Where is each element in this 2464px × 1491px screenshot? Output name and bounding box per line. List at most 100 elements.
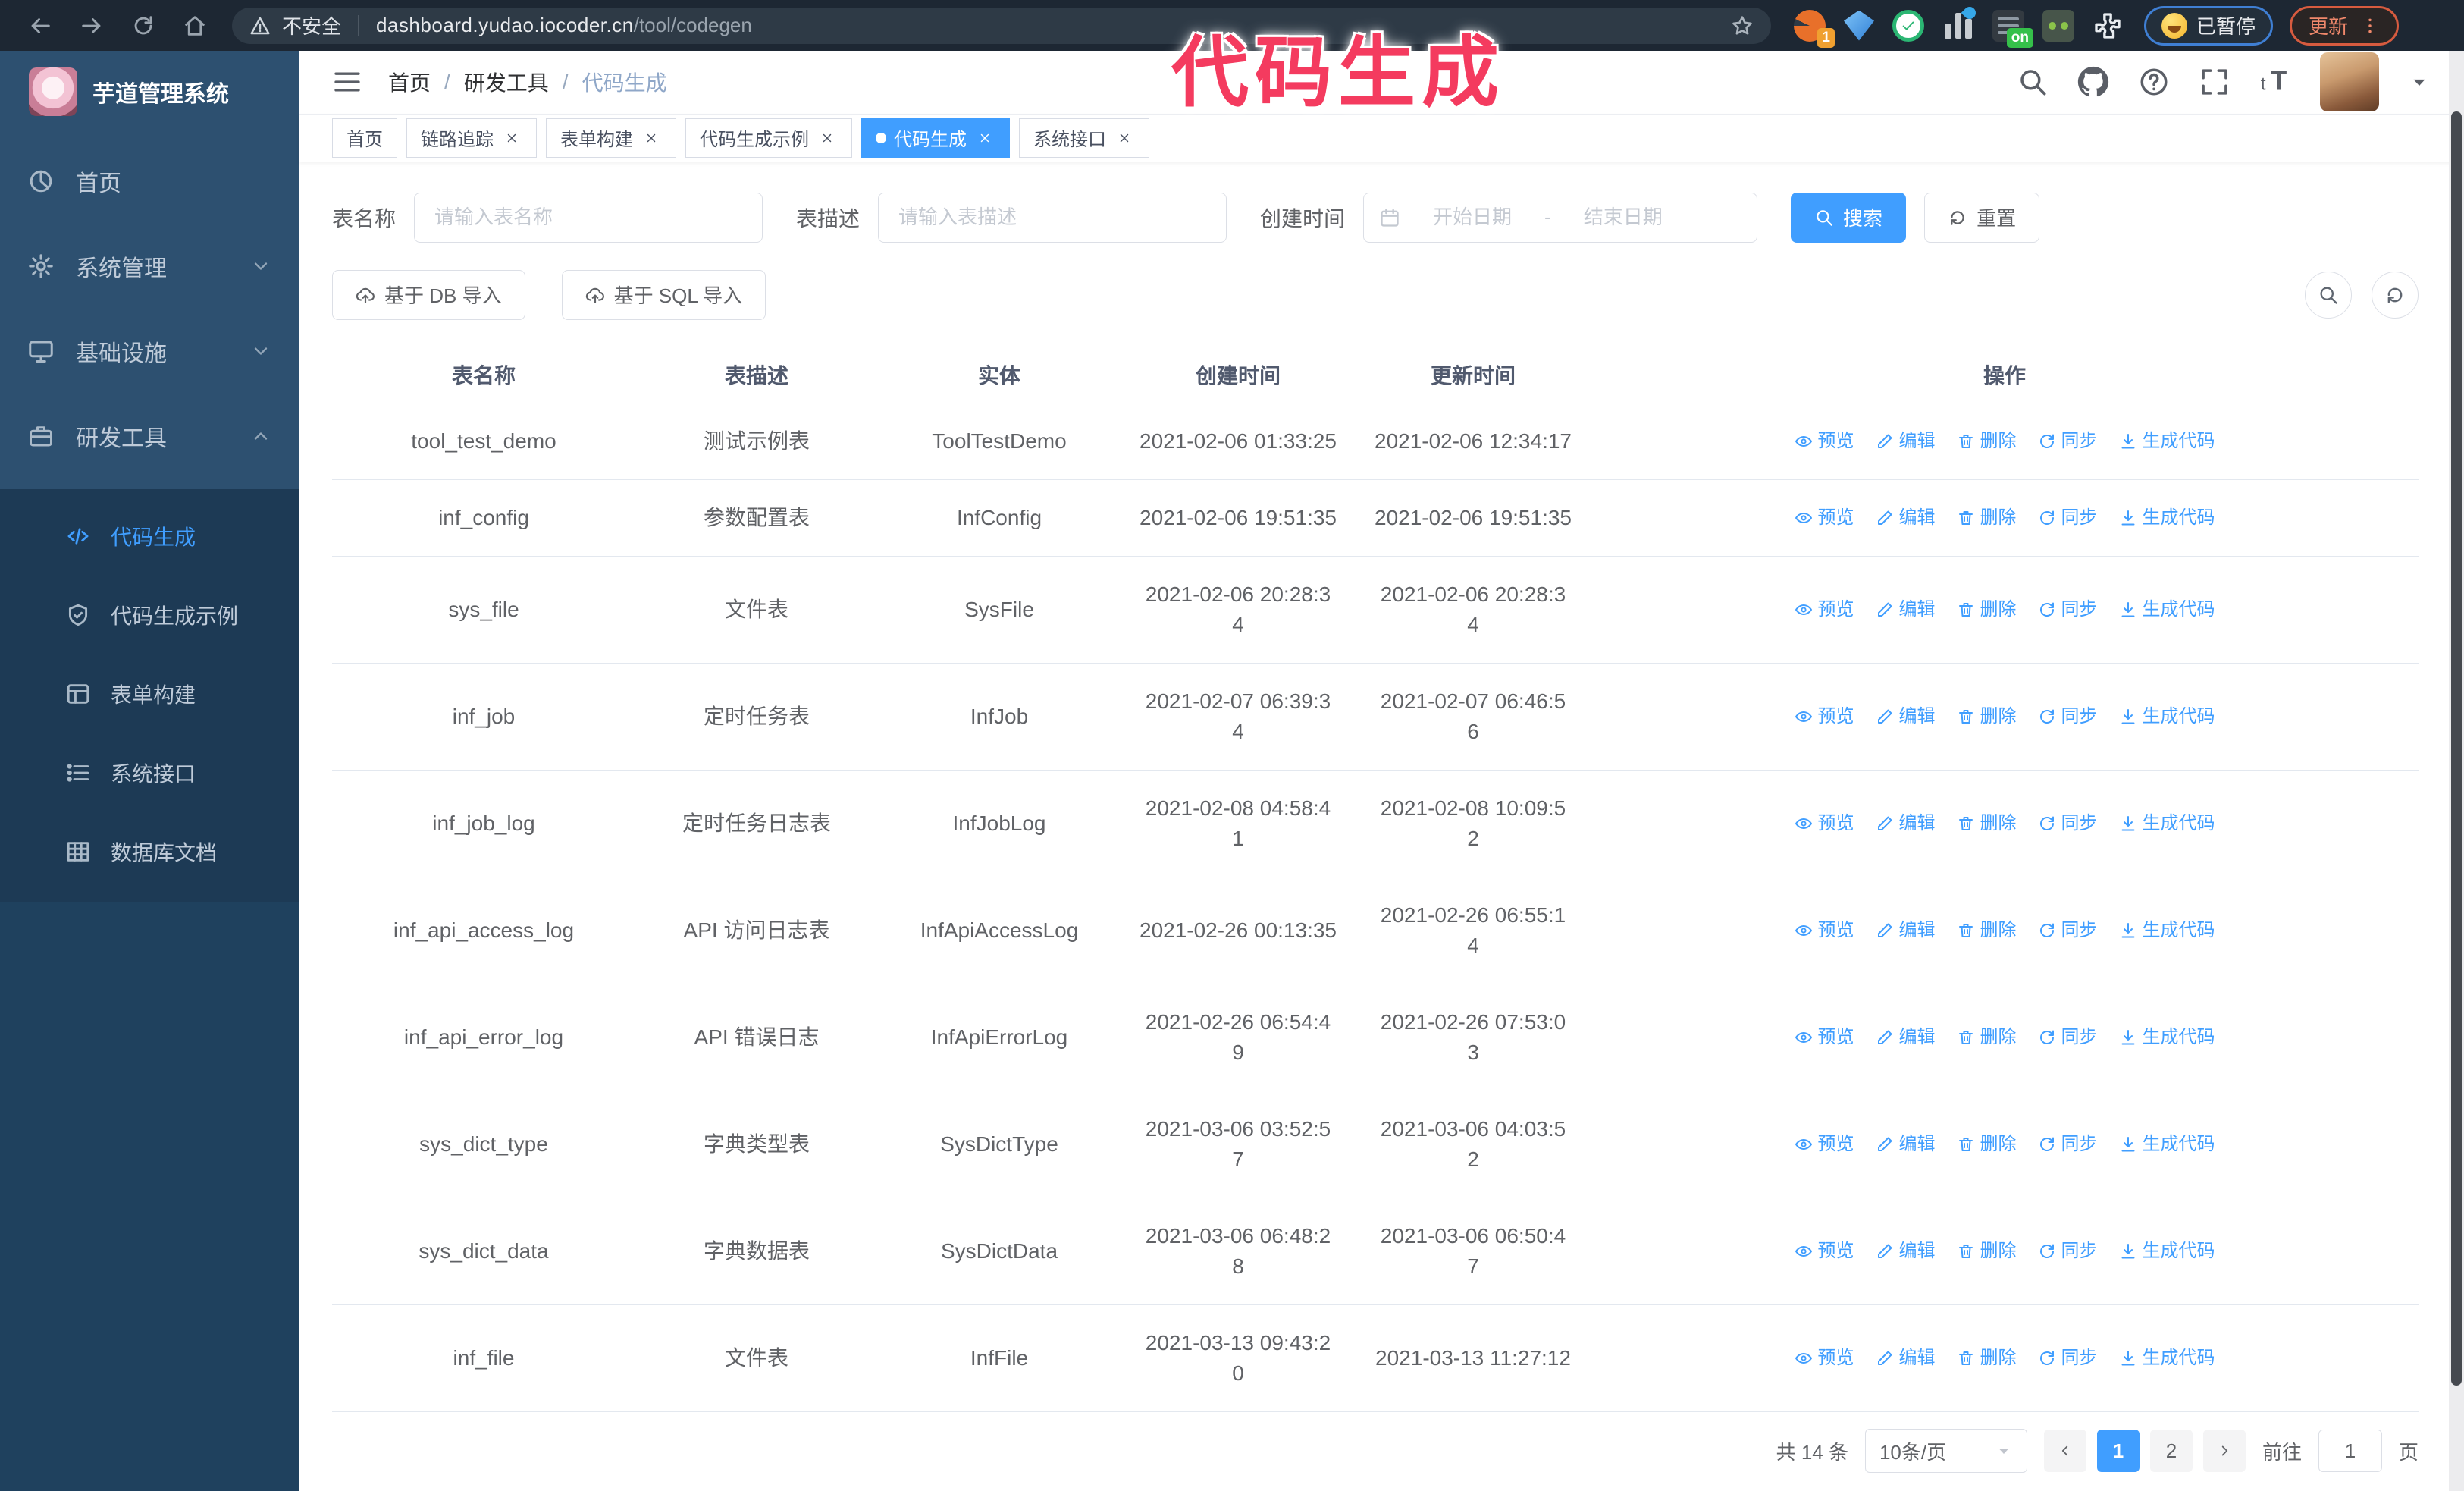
- check-extension-icon[interactable]: [1892, 9, 1924, 42]
- monkey-extension-icon[interactable]: [2042, 9, 2074, 42]
- tab-首页[interactable]: 首页: [332, 118, 397, 158]
- action-同步[interactable]: 同步: [2038, 915, 2098, 946]
- font-size-icon[interactable]: tT: [2259, 66, 2291, 98]
- browser-update-button[interactable]: 更新: [2290, 5, 2400, 46]
- sidebar-item-系统管理[interactable]: 系统管理: [0, 224, 299, 309]
- action-预览[interactable]: 预览: [1795, 702, 1854, 732]
- tab-代码生成[interactable]: 代码生成: [861, 118, 1010, 158]
- action-预览[interactable]: 预览: [1795, 595, 1854, 625]
- action-生成代码[interactable]: 生成代码: [2119, 1129, 2215, 1160]
- date-range-picker[interactable]: -: [1363, 192, 1758, 243]
- action-生成代码[interactable]: 生成代码: [2119, 808, 2215, 839]
- action-同步[interactable]: 同步: [2038, 702, 2098, 732]
- next-page-button[interactable]: [2202, 1430, 2246, 1472]
- scrollbar-thumb[interactable]: [2451, 111, 2462, 1386]
- prev-page-button[interactable]: [2043, 1430, 2086, 1472]
- user-avatar[interactable]: [2320, 52, 2379, 112]
- home-icon[interactable]: [171, 5, 218, 47]
- action-生成代码[interactable]: 生成代码: [2119, 915, 2215, 946]
- search-icon[interactable]: [2017, 66, 2049, 98]
- action-删除[interactable]: 删除: [1957, 1022, 2017, 1053]
- close-icon[interactable]: [817, 127, 838, 149]
- columns-extension-icon[interactable]: [1942, 4, 1979, 42]
- adblock-extension-icon[interactable]: 1: [1794, 9, 1835, 48]
- breadcrumb-item[interactable]: 首页: [388, 67, 431, 97]
- action-编辑[interactable]: 编辑: [1876, 915, 1936, 946]
- action-生成代码[interactable]: 生成代码: [2119, 1343, 2215, 1373]
- page-button-2[interactable]: 2: [2149, 1430, 2193, 1472]
- extension-paused-pill[interactable]: 已暂停: [2144, 5, 2274, 46]
- address-bar[interactable]: 不安全 dashboard.yudao.iocoder.cn/tool/code…: [232, 7, 1771, 44]
- tab-系统接口[interactable]: 系统接口: [1019, 118, 1149, 158]
- action-同步[interactable]: 同步: [2038, 1236, 2098, 1267]
- hamburger-icon[interactable]: [332, 67, 362, 97]
- page-size-select[interactable]: 10条/页: [1864, 1429, 2027, 1473]
- start-date-input[interactable]: [1408, 206, 1538, 229]
- sidebar-item-研发工具[interactable]: 研发工具: [0, 394, 299, 479]
- breadcrumb-item[interactable]: 研发工具: [464, 67, 549, 97]
- action-删除[interactable]: 删除: [1957, 595, 2017, 625]
- action-生成代码[interactable]: 生成代码: [2119, 503, 2215, 533]
- action-删除[interactable]: 删除: [1957, 702, 2017, 732]
- action-编辑[interactable]: 编辑: [1876, 595, 1936, 625]
- reset-button[interactable]: 重置: [1924, 192, 2040, 243]
- puzzle-extension-icon[interactable]: [2093, 11, 2123, 41]
- import-button-基于 DB 导入[interactable]: 基于 DB 导入: [332, 269, 525, 320]
- action-生成代码[interactable]: 生成代码: [2119, 426, 2215, 457]
- tab-链路追踪[interactable]: 链路追踪: [406, 118, 537, 158]
- sidebar-item-基础设施[interactable]: 基础设施: [0, 309, 299, 394]
- action-删除[interactable]: 删除: [1957, 1343, 2017, 1373]
- action-删除[interactable]: 删除: [1957, 1129, 2017, 1160]
- action-生成代码[interactable]: 生成代码: [2119, 595, 2215, 625]
- search-button[interactable]: 搜索: [1791, 192, 1907, 243]
- action-同步[interactable]: 同步: [2038, 595, 2098, 625]
- close-icon[interactable]: [974, 127, 995, 149]
- github-icon[interactable]: [2077, 66, 2109, 98]
- action-同步[interactable]: 同步: [2038, 503, 2098, 533]
- close-icon[interactable]: [501, 127, 522, 149]
- fullscreen-icon[interactable]: [2199, 66, 2230, 98]
- action-编辑[interactable]: 编辑: [1876, 426, 1936, 457]
- bookmark-star-icon[interactable]: [1730, 14, 1754, 38]
- table-name-input[interactable]: [414, 192, 763, 243]
- close-icon[interactable]: [641, 127, 662, 149]
- action-删除[interactable]: 删除: [1957, 915, 2017, 946]
- tab-代码生成示例[interactable]: 代码生成示例: [685, 118, 852, 158]
- action-预览[interactable]: 预览: [1795, 1129, 1854, 1160]
- action-删除[interactable]: 删除: [1957, 503, 2017, 533]
- action-同步[interactable]: 同步: [2038, 808, 2098, 839]
- goto-page-input[interactable]: [2318, 1430, 2382, 1472]
- gem-extension-icon[interactable]: [1844, 10, 1874, 41]
- circle-button-refresh-icon[interactable]: [2372, 271, 2419, 319]
- action-编辑[interactable]: 编辑: [1876, 1022, 1936, 1053]
- action-预览[interactable]: 预览: [1795, 1343, 1854, 1373]
- dark-extension-icon[interactable]: on: [1992, 9, 2033, 48]
- sidebar-subitem-数据库文档[interactable]: 数据库文档: [0, 812, 299, 891]
- import-button-基于 SQL 导入[interactable]: 基于 SQL 导入: [561, 269, 766, 320]
- table-desc-input[interactable]: [878, 192, 1227, 243]
- tab-表单构建[interactable]: 表单构建: [546, 118, 676, 158]
- app-logo[interactable]: 芋道管理系统: [0, 51, 299, 133]
- action-删除[interactable]: 删除: [1957, 1236, 2017, 1267]
- action-编辑[interactable]: 编辑: [1876, 1129, 1936, 1160]
- action-同步[interactable]: 同步: [2038, 1022, 2098, 1053]
- action-删除[interactable]: 删除: [1957, 808, 2017, 839]
- reload-icon[interactable]: [120, 5, 167, 47]
- action-预览[interactable]: 预览: [1795, 503, 1854, 533]
- action-编辑[interactable]: 编辑: [1876, 1343, 1936, 1373]
- close-icon[interactable]: [1114, 127, 1135, 149]
- end-date-input[interactable]: [1558, 206, 1688, 229]
- forward-icon[interactable]: [68, 5, 115, 47]
- action-生成代码[interactable]: 生成代码: [2119, 1236, 2215, 1267]
- action-编辑[interactable]: 编辑: [1876, 1236, 1936, 1267]
- more-vert-icon[interactable]: [2360, 16, 2380, 36]
- action-编辑[interactable]: 编辑: [1876, 808, 1936, 839]
- action-预览[interactable]: 预览: [1795, 1022, 1854, 1053]
- action-同步[interactable]: 同步: [2038, 426, 2098, 457]
- page-button-1[interactable]: 1: [2096, 1430, 2140, 1472]
- action-编辑[interactable]: 编辑: [1876, 503, 1936, 533]
- action-编辑[interactable]: 编辑: [1876, 702, 1936, 732]
- sidebar-subitem-系统接口[interactable]: 系统接口: [0, 733, 299, 812]
- action-生成代码[interactable]: 生成代码: [2119, 702, 2215, 732]
- caret-down-icon[interactable]: [2408, 71, 2431, 93]
